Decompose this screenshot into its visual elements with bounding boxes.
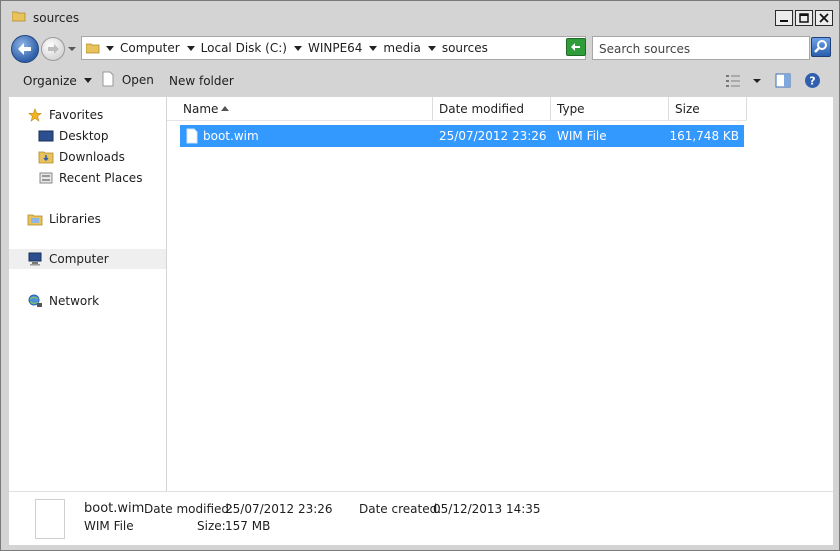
command-bar: Organize Open New folder ? (9, 67, 833, 95)
breadcrumb-sources[interactable]: sources (442, 41, 488, 55)
organize-button[interactable]: Organize (23, 74, 92, 88)
column-header-name[interactable]: Name (167, 97, 433, 121)
file-size: 161,748 KB (669, 129, 739, 143)
window-title: sources (33, 11, 80, 25)
nav-favorites[interactable]: Favorites (9, 105, 166, 125)
file-name: boot.wim (203, 129, 259, 143)
file-list: Name Date modified Type Size boot.wim 25… (167, 97, 833, 491)
forward-arrow-icon (48, 44, 59, 54)
close-button[interactable] (815, 10, 833, 26)
details-size: 157 MB (225, 519, 271, 533)
preview-pane-icon[interactable] (775, 73, 791, 88)
chevron-down-icon[interactable] (293, 45, 302, 51)
desktop-icon (38, 130, 54, 142)
title-bar[interactable]: sources (1, 1, 839, 31)
chevron-down-icon[interactable] (369, 45, 378, 51)
details-date-modified-label: Date modified: (144, 502, 234, 516)
nav-libraries-label: Libraries (49, 212, 101, 226)
recent-pages-dropdown-icon[interactable] (68, 45, 76, 53)
column-header-size[interactable]: Size (669, 97, 747, 121)
minimize-button[interactable] (775, 10, 793, 26)
close-icon (819, 13, 829, 23)
svg-text:?: ? (809, 75, 815, 88)
breadcrumb-media[interactable]: media (383, 41, 420, 55)
navigation-pane: Favorites Desktop Downloads Recent Place… (9, 97, 166, 491)
breadcrumb-computer[interactable]: Computer (120, 41, 180, 55)
back-arrow-icon (18, 43, 31, 55)
breadcrumb-local-disk[interactable]: Local Disk (C:) (201, 41, 287, 55)
open-button[interactable]: Open (102, 71, 154, 87)
computer-icon (28, 252, 42, 266)
column-date-label: Date modified (439, 102, 525, 116)
details-file-type: WIM File (84, 519, 134, 533)
address-row: Computer Local Disk (C:) WINPE64 media s… (9, 33, 833, 63)
nav-downloads-label: Downloads (59, 150, 125, 164)
column-name-label: Name (183, 102, 219, 116)
nav-desktop[interactable]: Desktop (9, 126, 166, 146)
document-icon (102, 71, 114, 87)
search-placeholder: Search sources (599, 42, 691, 56)
folder-icon (86, 43, 100, 54)
file-row-selected[interactable]: boot.wim 25/07/2012 23:26 WIM File 161,7… (180, 125, 744, 147)
nav-downloads[interactable]: Downloads (9, 147, 166, 167)
chevron-down-icon[interactable] (106, 45, 114, 51)
details-date-modified: 25/07/2012 23:26 (225, 502, 333, 516)
window-controls (775, 10, 833, 26)
column-header-type[interactable]: Type (551, 97, 669, 121)
network-icon (28, 294, 42, 307)
nav-libraries[interactable]: Libraries (9, 209, 166, 229)
details-pane: boot.wim Date modified: 25/07/2012 23:26… (9, 491, 833, 545)
details-date-created-label: Date created: (359, 502, 442, 516)
forward-button[interactable] (41, 37, 65, 61)
nav-favorites-label: Favorites (49, 108, 104, 122)
file-date-modified: 25/07/2012 23:26 (439, 129, 547, 143)
minimize-icon (780, 20, 788, 22)
help-icon[interactable]: ? (804, 72, 821, 89)
refresh-button[interactable] (566, 38, 586, 56)
search-button[interactable] (811, 37, 831, 57)
organize-label: Organize (23, 74, 77, 88)
nav-network-label: Network (49, 294, 100, 308)
folder-icon (12, 11, 26, 22)
recent-places-icon (39, 172, 53, 184)
nav-computer[interactable]: Computer (9, 249, 166, 269)
new-folder-label: New folder (169, 74, 234, 88)
details-size-label: Size: (197, 519, 226, 533)
sort-ascending-icon (221, 106, 229, 111)
chevron-down-icon[interactable] (186, 45, 195, 51)
column-header-date-modified[interactable]: Date modified (433, 97, 551, 121)
file-thumbnail-icon (35, 499, 65, 539)
maximize-icon (799, 13, 809, 23)
refresh-icon (571, 43, 580, 51)
new-folder-button[interactable]: New folder (169, 74, 234, 88)
downloads-folder-icon (38, 151, 54, 164)
file-icon (186, 128, 198, 144)
column-type-label: Type (557, 102, 585, 116)
details-date-created: 05/12/2013 14:35 (433, 502, 541, 516)
explorer-window: sources Computer Local Disk (C:) WINPE64… (0, 0, 840, 551)
chevron-down-icon (83, 78, 92, 83)
nav-recent-places[interactable]: Recent Places (9, 168, 166, 188)
search-icon (814, 40, 827, 53)
address-bar[interactable]: Computer Local Disk (C:) WINPE64 media s… (81, 36, 628, 60)
nav-network[interactable]: Network (9, 291, 166, 311)
nav-desktop-label: Desktop (59, 129, 109, 143)
change-view-icon[interactable] (725, 74, 741, 88)
libraries-icon (27, 214, 43, 226)
back-button[interactable] (11, 35, 39, 63)
nav-recent-places-label: Recent Places (59, 171, 143, 185)
star-icon (28, 108, 42, 122)
nav-computer-label: Computer (49, 252, 109, 266)
details-file-name: boot.wim (84, 501, 145, 516)
view-options-dropdown-icon[interactable] (753, 77, 761, 85)
chevron-down-icon[interactable] (427, 45, 436, 51)
open-label: Open (121, 73, 154, 87)
file-type: WIM File (557, 129, 607, 143)
column-size-label: Size (675, 102, 700, 116)
search-input[interactable]: Search sources (592, 36, 810, 60)
maximize-button[interactable] (795, 10, 813, 26)
breadcrumb: Computer Local Disk (C:) WINPE64 media s… (106, 41, 495, 55)
breadcrumb-winpe64[interactable]: WINPE64 (308, 41, 362, 55)
